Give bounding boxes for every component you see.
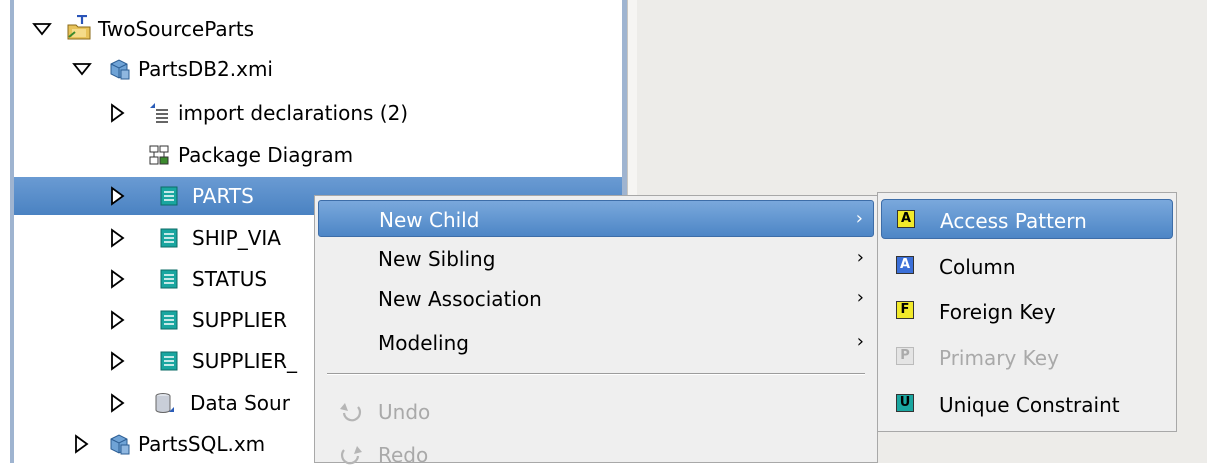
column-icon: A bbox=[896, 256, 914, 274]
datasource-icon bbox=[155, 393, 174, 413]
tree-item-label: Data Sour bbox=[190, 391, 290, 415]
expanded-triangle-icon[interactable] bbox=[32, 18, 52, 40]
tree-item-package-diagram[interactable]: Package Diagram bbox=[14, 135, 622, 175]
tree-item-partsdb2[interactable]: PartsDB2.xmi bbox=[14, 49, 622, 89]
submenu-item-label: Foreign Key bbox=[939, 300, 1056, 324]
tree-item-label: SUPPLIER bbox=[192, 308, 288, 332]
menu-item-label: New Child bbox=[379, 208, 480, 232]
menu-item-undo[interactable]: Undo bbox=[318, 393, 874, 430]
unique-constraint-icon: U bbox=[896, 394, 914, 412]
tree-item-twosourceparts[interactable]: TwoSourceParts bbox=[14, 9, 622, 49]
submenu-item-label: Unique Constraint bbox=[939, 393, 1120, 417]
tree-item-label: Package Diagram bbox=[178, 143, 354, 167]
menu-item-new-child[interactable]: New Child › bbox=[318, 200, 874, 237]
collapsed-triangle-icon[interactable] bbox=[72, 433, 92, 455]
menu-separator bbox=[327, 373, 865, 375]
tree-item-label: TwoSourceParts bbox=[98, 17, 255, 41]
collapsed-triangle-icon[interactable] bbox=[108, 392, 128, 414]
expanded-triangle-icon[interactable] bbox=[72, 58, 92, 80]
menu-item-modeling[interactable]: Modeling › bbox=[318, 324, 874, 361]
collapsed-triangle-icon[interactable] bbox=[108, 227, 128, 249]
tree-item-label: PartsDB2.xmi bbox=[138, 57, 273, 81]
menu-item-label: Undo bbox=[378, 400, 431, 424]
model-file-icon bbox=[110, 434, 130, 455]
tree-item-label: import declarations (2) bbox=[178, 101, 409, 125]
tree-item-import-declarations[interactable]: import declarations (2) bbox=[14, 93, 622, 133]
import-icon bbox=[150, 103, 168, 123]
tree-item-label: PartsSQL.xm bbox=[138, 432, 266, 456]
submenu-item-label: Primary Key bbox=[939, 346, 1059, 370]
new-child-submenu: A Access Pattern A Column F Foreign Key … bbox=[877, 192, 1177, 432]
menu-item-redo[interactable]: Redo bbox=[318, 436, 874, 473]
submenu-item-foreign-key[interactable]: F Foreign Key bbox=[881, 291, 1173, 331]
collapsed-triangle-icon[interactable] bbox=[108, 102, 128, 124]
table-icon bbox=[160, 228, 178, 248]
tree-item-label: SUPPLIER_ bbox=[192, 349, 298, 373]
submenu-item-label: Column bbox=[939, 255, 1016, 279]
menu-item-label: Modeling bbox=[378, 331, 469, 355]
menu-item-new-sibling[interactable]: New Sibling › bbox=[318, 240, 874, 277]
menu-item-label: New Sibling bbox=[378, 247, 496, 271]
tree-item-label: PARTS bbox=[192, 184, 254, 208]
menu-item-label: New Association bbox=[378, 287, 542, 311]
submenu-item-primary-key[interactable]: P Primary Key bbox=[881, 337, 1173, 377]
submenu-item-column[interactable]: A Column bbox=[881, 246, 1173, 286]
collapsed-triangle-icon[interactable] bbox=[108, 185, 128, 207]
table-icon bbox=[160, 269, 178, 289]
model-file-icon bbox=[110, 59, 130, 80]
table-icon bbox=[160, 351, 178, 371]
tree-item-label: STATUS bbox=[192, 267, 268, 291]
submenu-arrow-icon: › bbox=[856, 287, 864, 308]
collapsed-triangle-icon[interactable] bbox=[108, 309, 128, 331]
diagram-icon bbox=[149, 145, 169, 165]
submenu-item-unique-constraint[interactable]: U Unique Constraint bbox=[881, 384, 1173, 424]
submenu-arrow-icon: › bbox=[856, 331, 864, 352]
submenu-item-label: Access Pattern bbox=[940, 209, 1087, 233]
primary-key-icon: P bbox=[896, 347, 914, 365]
submenu-arrow-icon: › bbox=[856, 247, 864, 268]
context-menu: New Child › New Sibling › New Associatio… bbox=[314, 195, 878, 467]
project-icon bbox=[67, 15, 91, 40]
table-icon bbox=[160, 186, 178, 206]
menu-item-label: Redo bbox=[378, 443, 429, 467]
tree-item-label: SHIP_VIA bbox=[192, 226, 281, 250]
table-icon bbox=[160, 310, 178, 330]
menu-item-new-association[interactable]: New Association › bbox=[318, 280, 874, 317]
submenu-arrow-icon: › bbox=[855, 208, 863, 229]
access-pattern-icon: A bbox=[897, 210, 915, 228]
collapsed-triangle-icon[interactable] bbox=[108, 350, 128, 372]
collapsed-triangle-icon[interactable] bbox=[108, 268, 128, 290]
undo-icon bbox=[340, 403, 361, 422]
submenu-item-access-pattern[interactable]: A Access Pattern bbox=[881, 199, 1173, 239]
redo-icon bbox=[341, 446, 362, 465]
foreign-key-icon: F bbox=[896, 301, 914, 319]
